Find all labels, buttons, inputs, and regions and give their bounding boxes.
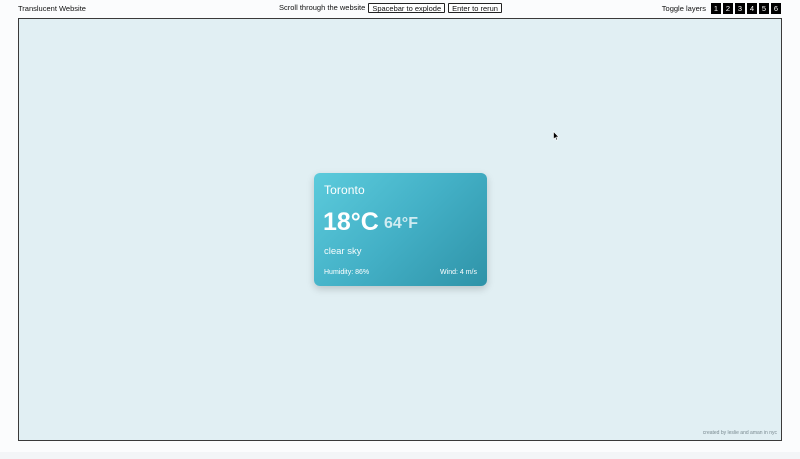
rerun-button[interactable]: Enter to rerun: [448, 3, 502, 13]
playback-controls: Scroll through the website Spacebar to e…: [279, 3, 502, 13]
layer-3-button[interactable]: 3: [735, 3, 745, 14]
layer-2-button[interactable]: 2: [723, 3, 733, 14]
website-stage[interactable]: Toronto 18°C 64°F clear sky Humidity: 86…: [18, 18, 782, 441]
layer-toggles: Toggle layers 1 2 3 4 5 6: [662, 3, 781, 14]
humidity-value: Humidity: 86%: [324, 269, 370, 276]
top-bar: Translucent Website Scroll through the w…: [0, 0, 800, 18]
credit-text: created by leslie and aman in nyc: [702, 430, 777, 436]
wind-value: Wind: 4 m/s: [440, 269, 477, 276]
layer-5-button[interactable]: 5: [759, 3, 769, 14]
layer-6-button[interactable]: 6: [771, 3, 781, 14]
weather-card: Toronto 18°C 64°F clear sky Humidity: 86…: [314, 173, 487, 286]
weather-description: clear sky: [324, 246, 362, 257]
window-bottom-edge: [0, 452, 800, 459]
explode-button[interactable]: Spacebar to explode: [368, 3, 446, 13]
scroll-hint: Scroll through the website: [279, 3, 366, 12]
layer-4-button[interactable]: 4: [747, 3, 757, 14]
mouse-pointer-icon: [553, 131, 560, 141]
temperature-celsius: 18°C: [323, 208, 379, 236]
toggle-layers-label: Toggle layers: [661, 3, 706, 13]
city-name: Toronto: [324, 183, 365, 197]
layer-1-button[interactable]: 1: [711, 3, 721, 14]
site-title: Translucent Website: [18, 4, 86, 13]
temperature-fahrenheit: 64°F: [384, 215, 418, 232]
